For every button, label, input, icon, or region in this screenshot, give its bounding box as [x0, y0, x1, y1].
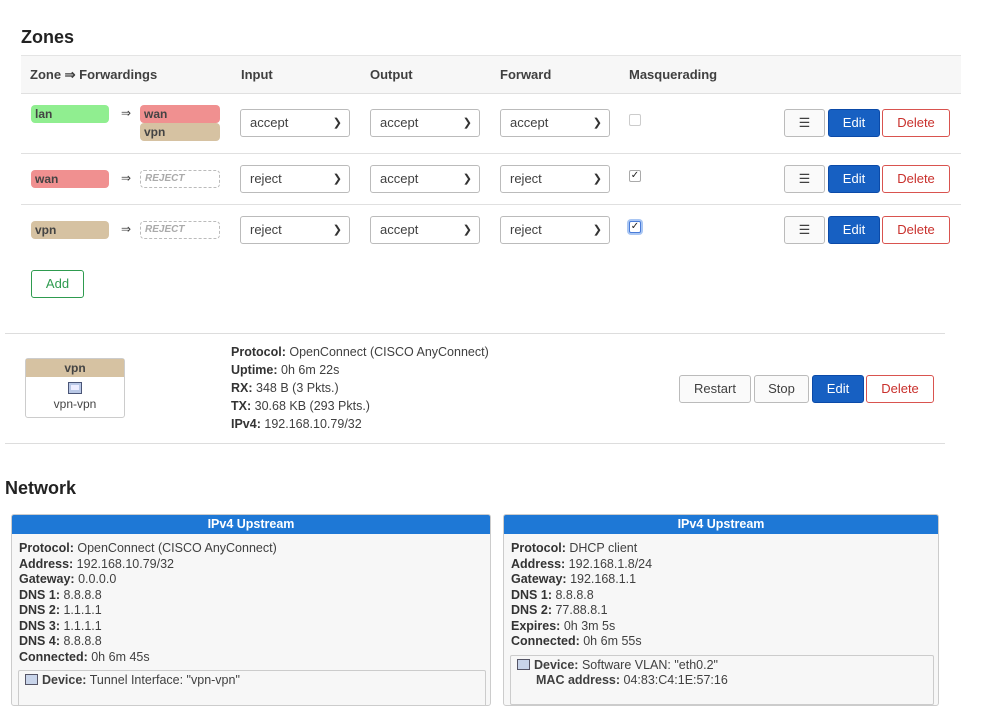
ipv4-upstream-panel: IPv4 Upstream Protocol: DHCP client Addr…	[503, 514, 939, 706]
restart-button[interactable]: Restart	[679, 375, 751, 403]
forward-arrow: ⇒	[121, 171, 132, 185]
upstream-device-box: Device: Tunnel Interface: "vpn-vpn"	[18, 670, 486, 705]
masquerading-checkbox[interactable]	[629, 114, 641, 126]
interface-device: vpn-vpn	[53, 397, 97, 411]
zones-table-header: Zone ⇒ Forwardings Input Output Forward …	[21, 56, 961, 94]
ipv4-upstream-panel: IPv4 Upstream Protocol: OpenConnect (CIS…	[11, 514, 491, 706]
zone-row-lan: lan ⇒ wan vpn accept ❯ accept ❯ accept ❯ ☰ …	[21, 94, 961, 154]
zone-badge-lan: lan	[31, 105, 109, 123]
upstream-line: DNS 1: 8.8.8.8	[19, 587, 102, 602]
forward-badge-vpn: vpn	[140, 123, 220, 141]
upstream-line: DNS 2: 1.1.1.1	[19, 603, 102, 617]
edit-button[interactable]: Edit	[828, 165, 880, 193]
network-title: Network	[5, 478, 77, 498]
masquerading-checkbox[interactable]: ✓	[629, 170, 641, 182]
interface-delete-button[interactable]: Delete	[866, 375, 934, 403]
forward-policy-select[interactable]: reject ❯	[500, 216, 610, 244]
chevron-down-icon: ❯	[592, 224, 602, 236]
tunnel-device-icon	[25, 674, 38, 685]
input-policy-select[interactable]: accept ❯	[240, 109, 350, 137]
mac-line: MAC address: 04:83:C4:1E:57:16	[536, 673, 728, 687]
ethernet-device-icon	[517, 659, 530, 670]
interface-tx-line: TX: 30.68 KB (293 Pkts.)	[231, 399, 370, 413]
divider	[5, 333, 945, 334]
input-policy-select[interactable]: reject ❯	[240, 216, 350, 244]
delete-button[interactable]: Delete	[882, 109, 950, 137]
device-line: Device: Software VLAN: "eth0.2"	[517, 658, 933, 673]
upstream-details: Protocol: OpenConnect (CISCO AnyConnect)…	[12, 534, 490, 665]
masquerading-checkbox[interactable]: ✓	[629, 221, 641, 233]
zones-table: Zone ⇒ Forwardings Input Output Forward …	[21, 55, 961, 255]
upstream-line: Gateway: 192.168.1.1	[511, 572, 637, 586]
chevron-down-icon: ❯	[462, 117, 472, 129]
upstream-header: IPv4 Upstream	[12, 515, 490, 534]
forward-badge-reject: REJECT	[140, 170, 220, 188]
zones-title: Zones	[21, 27, 75, 47]
delete-button[interactable]: Delete	[882, 216, 950, 244]
upstream-line: Expires: 0h 3m 5s	[511, 618, 616, 633]
network-device-icon	[68, 382, 82, 394]
upstream-line: DNS 1: 8.8.8.8	[511, 587, 594, 602]
upstream-line: Address: 192.168.1.8/24	[511, 556, 653, 571]
delete-button[interactable]: Delete	[882, 165, 950, 193]
upstream-header: IPv4 Upstream	[504, 515, 938, 534]
chevron-down-icon: ❯	[332, 173, 342, 185]
input-policy-select[interactable]: reject ❯	[240, 165, 350, 193]
interface-badge[interactable]: vpn vpn-vpn	[25, 358, 125, 418]
interface-uptime-line: Uptime: 0h 6m 22s	[231, 363, 340, 377]
chevron-down-icon: ❯	[592, 117, 602, 129]
upstream-line: Protocol: DHCP client	[511, 541, 638, 555]
forward-badge-wan: wan	[140, 105, 220, 123]
chevron-down-icon: ❯	[462, 224, 472, 236]
upstream-line: Connected: 0h 6m 55s	[511, 634, 642, 648]
interface-rx-line: RX: 348 B (3 Pkts.)	[231, 381, 339, 395]
menu-button[interactable]: ☰	[784, 216, 825, 244]
header-input: Input	[241, 67, 273, 82]
zone-row-vpn: vpn ⇒ REJECT reject ❯ accept ❯ reject ❯ ✓ ☰…	[21, 205, 961, 255]
forward-arrow: ⇒	[121, 222, 132, 236]
upstream-line: Connected: 0h 6m 45s	[19, 649, 150, 664]
interface-name: vpn	[26, 359, 124, 377]
upstream-details: Protocol: DHCP client Address: 192.168.1…	[504, 534, 938, 650]
interface-protocol-line: Protocol: OpenConnect (CISCO AnyConnect)	[231, 345, 489, 359]
edit-button[interactable]: Edit	[828, 216, 880, 244]
stop-button[interactable]: Stop	[754, 375, 809, 403]
upstream-line: DNS 3: 1.1.1.1	[19, 618, 102, 633]
upstream-line: Protocol: OpenConnect (CISCO AnyConnect)	[19, 541, 277, 555]
interface-edit-button[interactable]: Edit	[812, 375, 864, 403]
upstream-line: Address: 192.168.10.79/32	[19, 556, 174, 571]
header-forward: Forward	[500, 67, 552, 82]
forward-policy-select[interactable]: reject ❯	[500, 165, 610, 193]
header-zone-forwardings: Zone ⇒ Forwardings	[30, 67, 158, 82]
forward-policy-select[interactable]: accept ❯	[500, 109, 610, 137]
header-output: Output	[370, 67, 413, 82]
chevron-down-icon: ❯	[592, 173, 602, 185]
chevron-down-icon: ❯	[332, 224, 342, 236]
zone-row-wan: wan ⇒ REJECT reject ❯ accept ❯ reject ❯ ✓ ☰…	[21, 154, 961, 205]
output-policy-select[interactable]: accept ❯	[370, 109, 480, 137]
header-masquerading: Masquerading	[629, 67, 718, 82]
output-policy-select[interactable]: accept ❯	[370, 165, 480, 193]
zone-badge-vpn: vpn	[31, 221, 109, 239]
menu-button[interactable]: ☰	[784, 165, 825, 193]
edit-button[interactable]: Edit	[828, 109, 880, 137]
upstream-line: DNS 2: 77.88.8.1	[511, 603, 608, 617]
output-policy-select[interactable]: accept ❯	[370, 216, 480, 244]
divider	[5, 443, 945, 444]
menu-button[interactable]: ☰	[784, 109, 825, 137]
add-zone-button[interactable]: Add	[31, 270, 84, 298]
interface-ipv4-line: IPv4: 192.168.10.79/32	[231, 417, 362, 431]
upstream-line: Gateway: 0.0.0.0	[19, 572, 117, 586]
upstream-line: DNS 4: 8.8.8.8	[19, 634, 102, 648]
forward-badge-reject: REJECT	[140, 221, 220, 239]
chevron-down-icon: ❯	[462, 173, 472, 185]
chevron-down-icon: ❯	[332, 117, 342, 129]
zone-badge-wan: wan	[31, 170, 109, 188]
forward-arrow: ⇒	[121, 106, 132, 120]
